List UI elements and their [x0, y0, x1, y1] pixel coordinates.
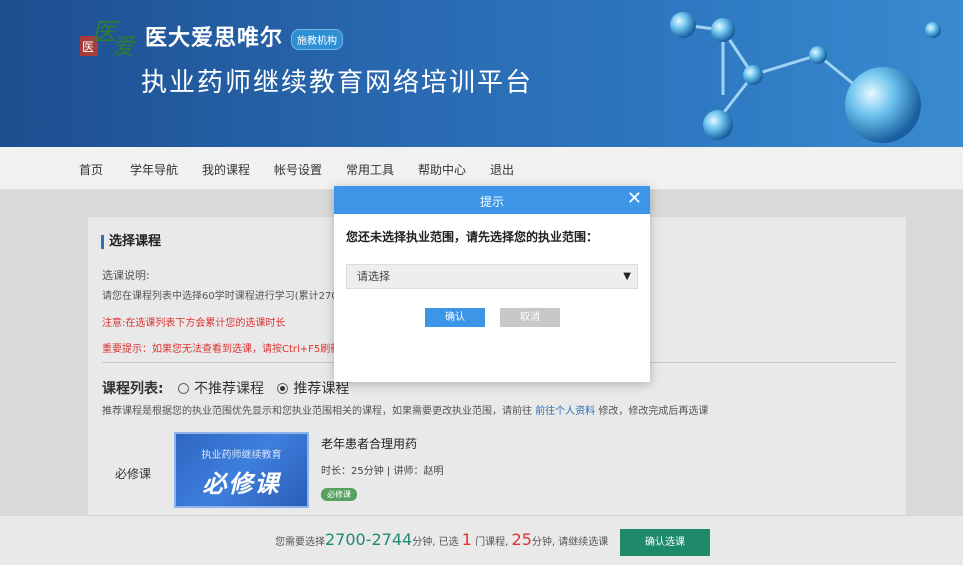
- dialog-confirm-button[interactable]: 确认: [425, 308, 485, 327]
- radio-not-recommended[interactable]: 不推荐课程: [178, 381, 264, 397]
- course-type-label: 必修课: [115, 467, 152, 481]
- nav-item-logout[interactable]: 退出: [490, 161, 514, 178]
- dialog-message: 您还未选择执业范围，请先选择您的执业范围：: [346, 230, 599, 244]
- dialog-header: 提示 ✕: [334, 186, 650, 214]
- nav-item-account-settings[interactable]: 帐号设置: [274, 161, 322, 178]
- course-meta: 时长：25分钟 | 讲师：赵明: [321, 466, 444, 477]
- radio-circle-icon: [178, 383, 189, 394]
- course-tag-badge: 必修课: [321, 488, 357, 501]
- required-range: 2700-2744: [325, 530, 413, 549]
- confirm-selection-button[interactable]: 确认选课: [620, 529, 710, 556]
- logo-icon: 医 医 爱: [80, 18, 136, 60]
- main-nav: 首页 学年导航 我的课程 帐号设置 常用工具 帮助中心 退出: [0, 147, 963, 190]
- chevron-down-icon: ▼: [623, 271, 631, 282]
- platform-title: 执业药师继续教育网络培训平台: [141, 68, 534, 98]
- nav-item-help[interactable]: 帮助中心: [418, 161, 466, 178]
- practice-scope-select[interactable]: 请选择 ▼: [346, 264, 638, 289]
- select-value: 请选择: [357, 270, 390, 283]
- nav-item-my-courses[interactable]: 我的课程: [202, 161, 250, 178]
- nav-item-year-guide[interactable]: 学年导航: [130, 161, 178, 178]
- notes-line-1: 请您在课程列表中选择60学时课程进行学习(累计2700-27: [102, 291, 361, 302]
- org-badge: 施教机构: [291, 29, 343, 50]
- org-name: 医大爱思唯尔: [145, 25, 284, 51]
- course-thumbnail[interactable]: 执业药师继续教育 必修课: [174, 432, 309, 508]
- course-list-description: 推荐课程是根据您的执业范围优先显示和您执业范围相关的课程，如果需要更改执业范围，…: [102, 406, 709, 417]
- course-list-label: 课程列表:: [102, 381, 164, 397]
- radio-selected-icon: [277, 383, 289, 394]
- svg-text:爱: 爱: [112, 35, 136, 60]
- notes-line-2: 注意:在选课列表下方会累计您的选课时长: [102, 318, 286, 329]
- nav-item-tools[interactable]: 常用工具: [346, 161, 394, 178]
- selection-summary: 您需要选择2700-2744分钟, 已选 1 门课程, 25分钟, 请继续选课: [275, 530, 609, 549]
- radio-recommended[interactable]: 推荐课程: [277, 381, 349, 397]
- prompt-dialog: 提示 ✕ 您还未选择执业范围，请先选择您的执业范围： 请选择 ▼ 确认 取消: [334, 186, 650, 382]
- profile-link[interactable]: 前往个人资料: [535, 406, 595, 417]
- thumbnail-subtitle: 执业药师继续教育: [201, 450, 282, 461]
- selected-minutes: 25: [511, 530, 532, 549]
- nav-item-home[interactable]: 首页: [79, 161, 103, 178]
- thumbnail-title: 必修课: [202, 470, 281, 498]
- close-icon[interactable]: ✕: [627, 189, 642, 209]
- molecule-decoration-icon: [670, 12, 941, 143]
- recommend-filter: 不推荐课程 推荐课程: [178, 378, 349, 398]
- site-header: 医 医 爱 医大爱思唯尔 施教机构 执业药师继续教育网络培训平台: [0, 0, 963, 147]
- section-title: 选择课程: [101, 235, 161, 249]
- selection-footer: 您需要选择2700-2744分钟, 已选 1 门课程, 25分钟, 请继续选课 …: [0, 515, 963, 565]
- notes-line-3: 重要提示：如果您无法查看到选课，请按Ctrl+F5刷新页面: [102, 344, 361, 355]
- notes-label: 选课说明:: [102, 269, 150, 282]
- course-name[interactable]: 老年患者合理用药: [321, 435, 417, 452]
- dialog-title: 提示: [479, 195, 504, 209]
- selected-count: 1: [461, 530, 472, 549]
- dialog-cancel-button[interactable]: 取消: [500, 308, 560, 327]
